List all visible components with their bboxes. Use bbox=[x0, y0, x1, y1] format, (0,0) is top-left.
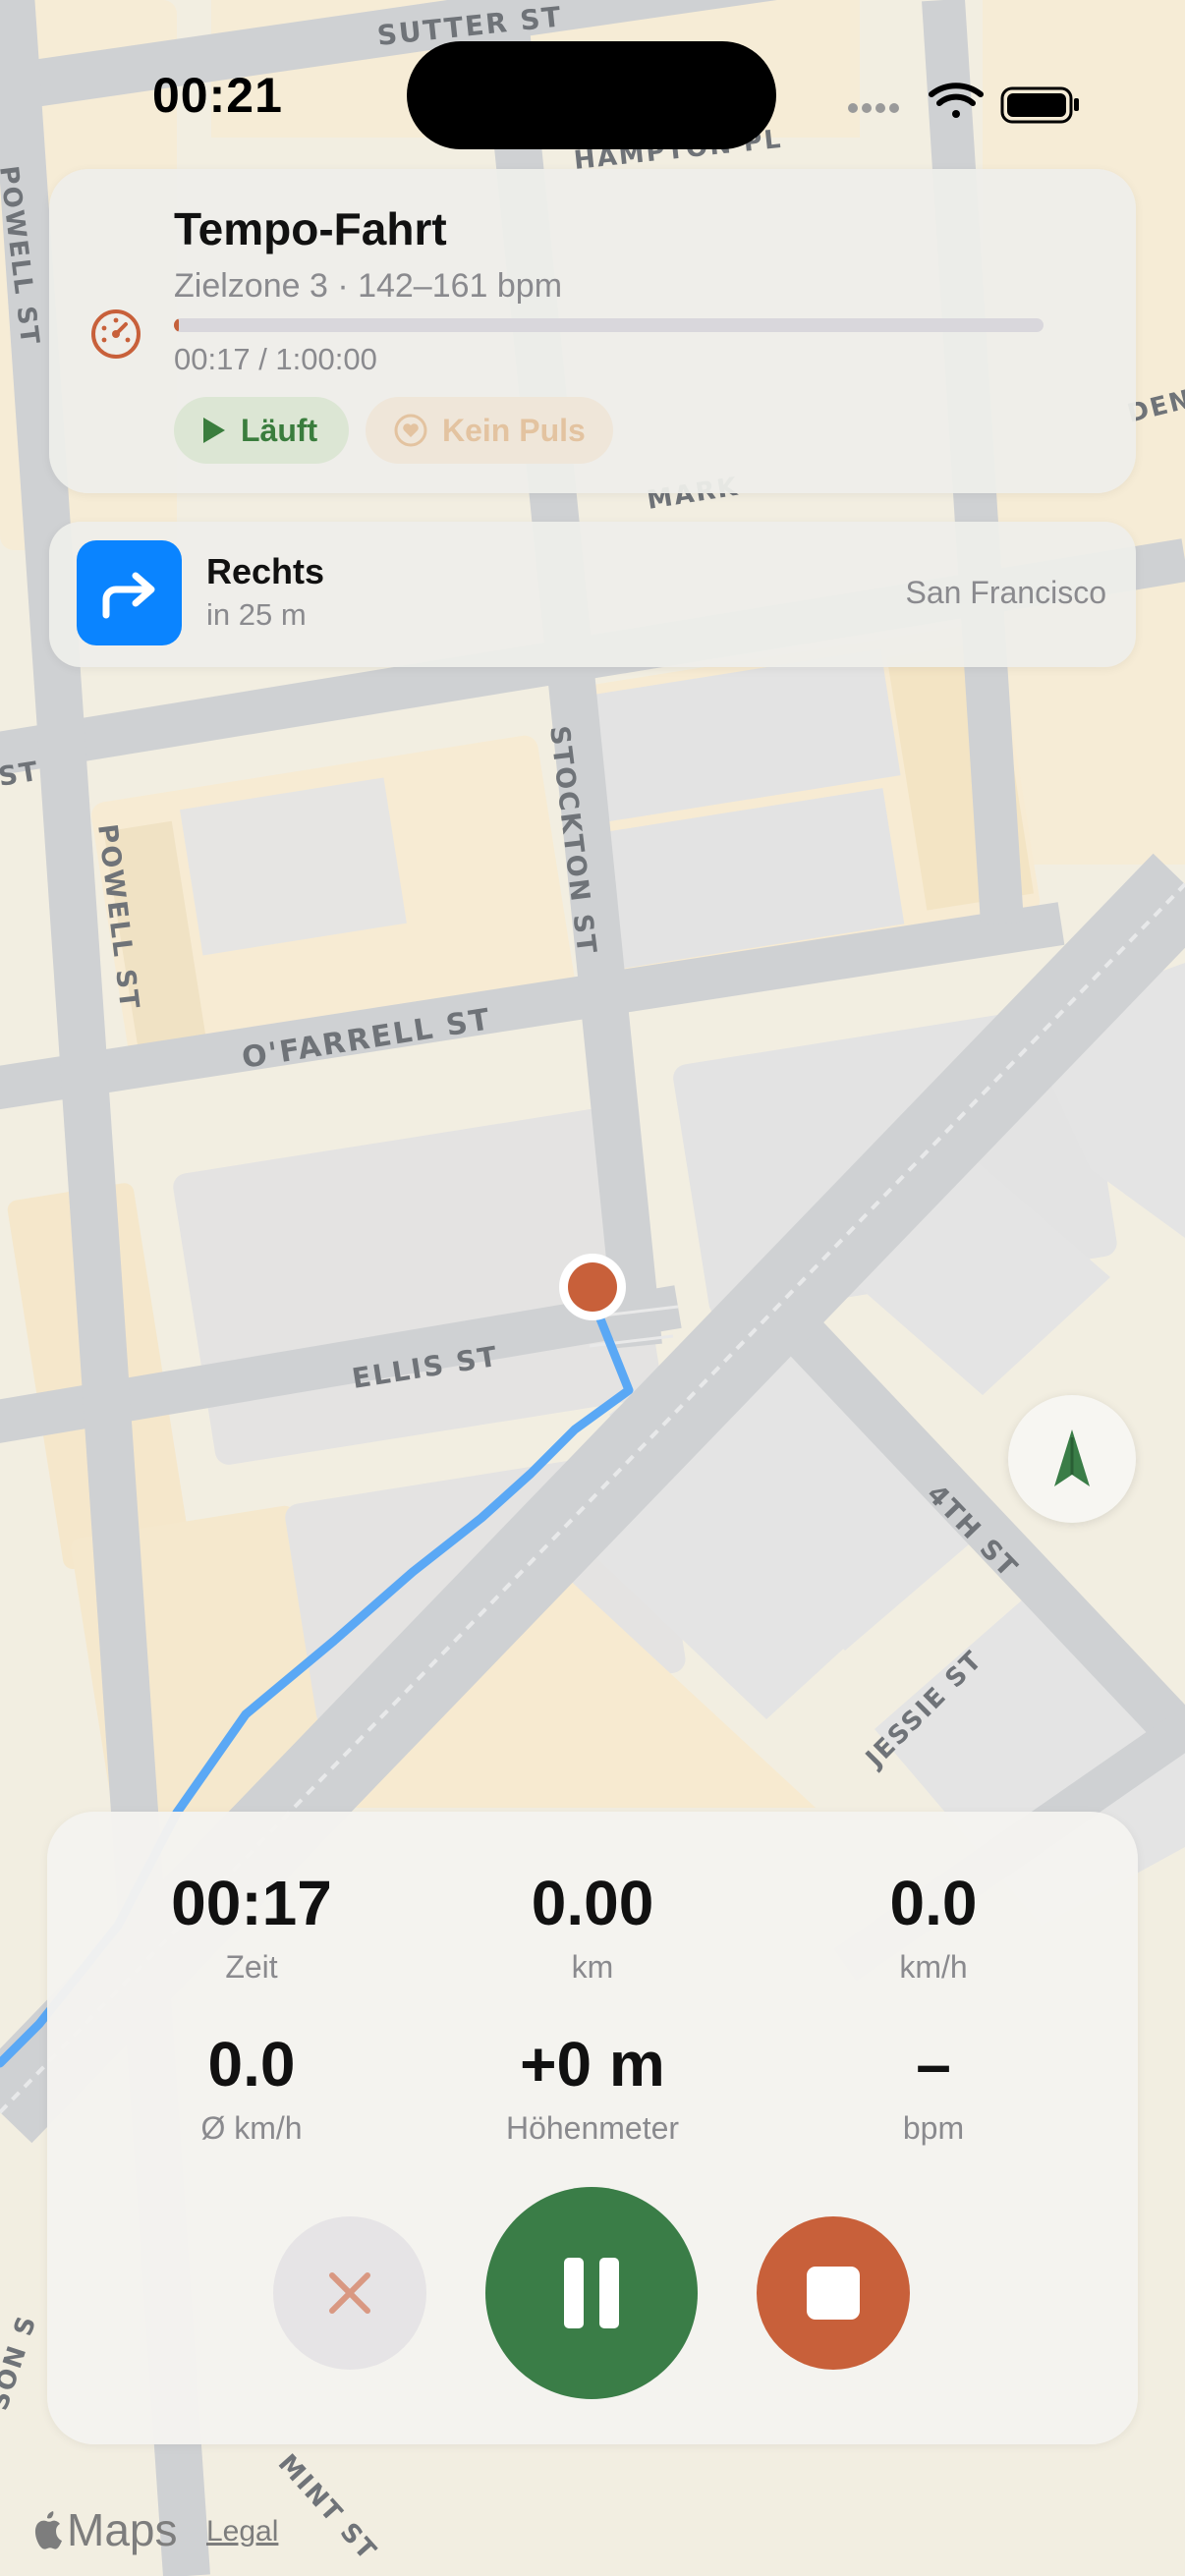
stop-button[interactable] bbox=[757, 2216, 910, 2370]
nav-city: San Francisco bbox=[905, 575, 1106, 610]
status-running-pill: Läuft bbox=[174, 397, 349, 464]
maps-attribution: Maps bbox=[29, 2503, 177, 2556]
stat-elevation-label: Höhenmeter bbox=[505, 2110, 680, 2146]
stop-icon bbox=[807, 2267, 860, 2320]
stat-avg-speed: 0.0 Ø km/h bbox=[104, 2030, 399, 2147]
battery-icon bbox=[1000, 86, 1079, 124]
workout-progress-bar bbox=[174, 318, 1044, 332]
dynamic-island bbox=[407, 41, 776, 149]
nav-distance: in 25 m bbox=[206, 597, 307, 632]
workout-elapsed: 00:17 / 1:00:00 bbox=[174, 342, 377, 376]
stat-heart-rate-label: bpm bbox=[902, 2110, 965, 2146]
discard-button[interactable] bbox=[273, 2216, 426, 2370]
status-icons bbox=[848, 83, 1079, 124]
heart-icon bbox=[394, 414, 427, 447]
workout-card[interactable]: Tempo-Fahrt Zielzone 3 · 142–161 bpm 00:… bbox=[49, 169, 1136, 493]
pause-icon bbox=[564, 2258, 619, 2328]
pause-button[interactable] bbox=[485, 2187, 698, 2399]
turn-badge bbox=[77, 540, 182, 645]
cellular-icon bbox=[848, 103, 899, 113]
stat-avg-speed-value: 0.0 bbox=[207, 2029, 296, 2100]
stat-avg-speed-label: Ø km/h bbox=[200, 2110, 303, 2146]
stat-speed-label: km/h bbox=[899, 1949, 968, 1985]
stat-elevation-value: +0 m bbox=[520, 2029, 665, 2100]
legal-link[interactable]: Legal bbox=[206, 2515, 278, 2548]
user-location-dot bbox=[568, 1262, 617, 1312]
status-pulse-pill: Kein Puls bbox=[366, 397, 613, 464]
close-icon bbox=[329, 2272, 370, 2314]
status-pulse-label: Kein Puls bbox=[442, 412, 586, 448]
turn-right-icon bbox=[102, 572, 154, 618]
stat-speed-value: 0.0 bbox=[889, 1868, 978, 1938]
stat-distance-value: 0.00 bbox=[531, 1868, 654, 1938]
apple-logo-icon bbox=[34, 2511, 62, 2549]
status-running-label: Läuft bbox=[241, 412, 318, 448]
nav-instruction: Rechts bbox=[206, 551, 325, 591]
status-time: 00:21 bbox=[152, 68, 283, 123]
stat-distance: 0.00 km bbox=[445, 1869, 740, 1986]
compass-arrow-icon bbox=[1054, 1429, 1090, 1486]
stat-elevation: +0 m Höhenmeter bbox=[445, 2030, 740, 2147]
stat-distance-label: km bbox=[571, 1949, 614, 1985]
stat-time: 00:17 Zeit bbox=[104, 1869, 399, 1986]
workout-title: Tempo-Fahrt bbox=[174, 203, 447, 254]
stat-time-value: 00:17 bbox=[171, 1868, 332, 1938]
stat-heart-rate: – bpm bbox=[786, 2030, 1081, 2147]
tracking-mode-button[interactable] bbox=[1008, 1395, 1136, 1523]
street-label-st-left: ST bbox=[0, 756, 41, 793]
speedometer-icon bbox=[91, 309, 141, 359]
stat-speed: 0.0 km/h bbox=[786, 1869, 1081, 1986]
workout-progress-fill bbox=[174, 318, 180, 332]
workout-zone: Zielzone 3 · 142–161 bpm bbox=[174, 267, 563, 305]
stats-panel: 00:17 Zeit 0.00 km 0.0 km/h 0.0 Ø km/h +… bbox=[47, 1812, 1138, 2444]
stat-time-label: Zeit bbox=[225, 1949, 278, 1985]
navigation-banner[interactable]: Rechts in 25 m San Francisco bbox=[49, 522, 1136, 667]
play-icon bbox=[203, 418, 225, 443]
wifi-icon bbox=[929, 83, 984, 118]
maps-brand: Maps bbox=[67, 2504, 178, 2555]
stat-heart-rate-value: – bbox=[916, 2029, 951, 2100]
